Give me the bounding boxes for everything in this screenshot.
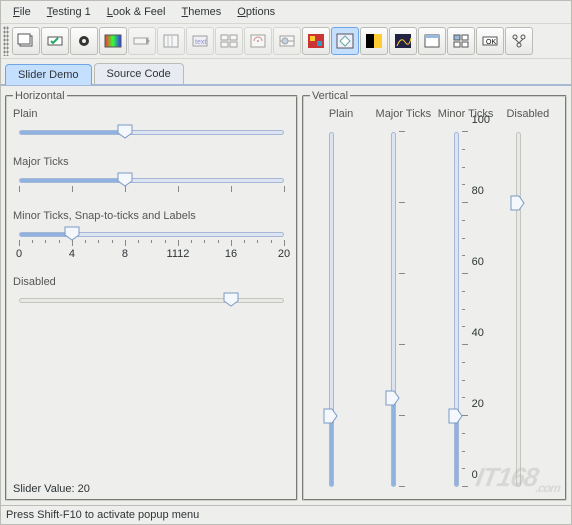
slider-value-label: Slider Value: 20: [13, 483, 90, 495]
vertical-legend: Vertical: [310, 90, 350, 102]
h-minor-slider[interactable]: 04811121620: [13, 226, 290, 266]
toolbar-button-16[interactable]: OK: [476, 27, 504, 55]
svg-text:text: text: [195, 39, 206, 46]
menubar: FileTesting 1Look & FeelThemesOptions: [1, 1, 571, 23]
toolbar-button-11[interactable]: [331, 27, 359, 55]
h-plain-slider[interactable]: [13, 124, 290, 146]
v-major-label: Major Ticks: [376, 108, 432, 120]
v-major-thumb[interactable]: [385, 390, 400, 406]
h-disabled-label: Disabled: [13, 276, 290, 288]
toolbar-button-0[interactable]: [12, 27, 40, 55]
tab-slider-demo[interactable]: Slider Demo: [5, 64, 92, 85]
toolbar-button-6[interactable]: text: [186, 27, 214, 55]
h-disabled-slider: [13, 292, 290, 314]
toolbar-button-14[interactable]: [418, 27, 446, 55]
horizontal-group: Horizontal Plain Major Ticks Minor Ticks, …: [5, 90, 298, 501]
h-plain-label: Plain: [13, 108, 290, 120]
h-major-slider[interactable]: [13, 172, 290, 200]
vertical-group: Vertical PlainMajor TicksMinor Ticks0204…: [302, 90, 567, 501]
horizontal-legend: Horizontal: [13, 90, 67, 102]
h-major-label: Major Ticks: [13, 156, 290, 168]
toolbar-button-3[interactable]: [99, 27, 127, 55]
toolbar-button-17[interactable]: [505, 27, 533, 55]
h-minor-label: Minor Ticks, Snap-to-ticks and Labels: [13, 210, 290, 222]
v-plain-slider[interactable]: [321, 126, 361, 493]
h-disabled-thumb: [223, 292, 239, 307]
v-plain-thumb[interactable]: [323, 408, 338, 424]
h-plain-thumb[interactable]: [117, 124, 133, 139]
menu-themes[interactable]: Themes: [174, 3, 230, 21]
toolbar-button-10[interactable]: [302, 27, 330, 55]
toolbar-button-8[interactable]: [244, 27, 272, 55]
menu-options[interactable]: Options: [229, 3, 283, 21]
v-disabled-label: Disabled: [506, 108, 549, 120]
v-minor-thumb[interactable]: [448, 408, 463, 424]
toolbar-grip[interactable]: [3, 26, 9, 56]
toolbar-button-9[interactable]: [273, 27, 301, 55]
tab-source-code[interactable]: Source Code: [94, 63, 184, 84]
v-plain-label: Plain: [329, 108, 353, 120]
toolbar-button-12[interactable]: [360, 27, 388, 55]
statusbar: Press Shift-F10 to activate popup menu: [1, 505, 571, 524]
v-minor-slider[interactable]: 020406080100: [446, 126, 486, 493]
v-disabled-slider: [508, 126, 548, 493]
toolbar-button-2[interactable]: [70, 27, 98, 55]
toolbar-button-13[interactable]: [389, 27, 417, 55]
svg-text:OK: OK: [486, 39, 496, 46]
toolbar-button-1[interactable]: [41, 27, 69, 55]
menu-testing-1[interactable]: Testing 1: [39, 3, 99, 21]
tabbar: Slider Demo Source Code: [1, 59, 571, 86]
toolbar-button-15[interactable]: [447, 27, 475, 55]
menu-look-feel[interactable]: Look & Feel: [99, 3, 174, 21]
toolbar: text OK: [1, 23, 571, 59]
h-major-thumb[interactable]: [117, 172, 133, 187]
toolbar-button-4[interactable]: [128, 27, 156, 55]
h-minor-thumb[interactable]: [64, 226, 80, 241]
content-area: Horizontal Plain Major Ticks Minor Ticks, …: [1, 86, 571, 505]
menu-file[interactable]: File: [5, 3, 39, 21]
toolbar-button-5[interactable]: [157, 27, 185, 55]
toolbar-button-7[interactable]: [215, 27, 243, 55]
v-disabled-thumb: [510, 195, 525, 211]
v-major-slider[interactable]: [383, 126, 423, 493]
